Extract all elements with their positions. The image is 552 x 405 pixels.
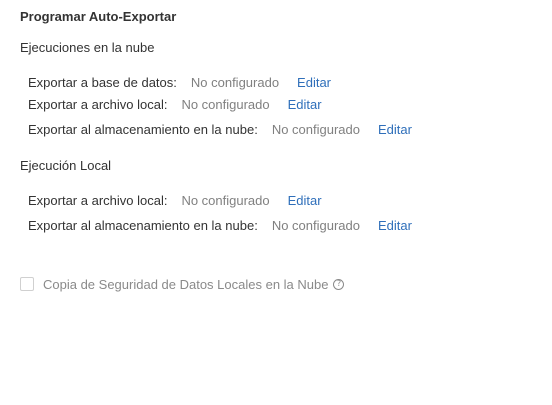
- cloud-export-local-file-row: Exportar a archivo local: No configurado…: [28, 95, 322, 113]
- row-label: Exportar al almacenamiento en la nube:: [28, 121, 258, 137]
- edit-cloud-database-link[interactable]: Editar: [297, 75, 331, 90]
- edit-cloud-local-file-link[interactable]: Editar: [288, 97, 322, 112]
- edit-cloud-storage-link[interactable]: Editar: [378, 122, 412, 137]
- local-export-local-file-row: Exportar a archivo local: No configurado…: [28, 191, 322, 209]
- cloud-export-database-row: Exportar a base de datos: No configurado…: [28, 73, 331, 91]
- row-status: No configurado: [181, 192, 270, 208]
- row-status: No configurado: [271, 217, 360, 233]
- edit-local-cloud-storage-link[interactable]: Editar: [378, 218, 412, 233]
- auto-export-panel: Programar Auto-Exportar Ejecuciones en l…: [0, 0, 552, 405]
- local-export-cloud-storage-row: Exportar al almacenamiento en la nube: N…: [28, 216, 412, 234]
- edit-local-file-link[interactable]: Editar: [288, 193, 322, 208]
- row-status: No configurado: [181, 96, 270, 112]
- row-status: No configurado: [190, 74, 280, 90]
- row-label: Exportar al almacenamiento en la nube:: [28, 217, 258, 233]
- backup-checkbox[interactable]: [20, 277, 34, 291]
- row-label: Exportar a archivo local:: [28, 96, 168, 112]
- cloud-export-cloud-storage-row: Exportar al almacenamiento en la nube: N…: [28, 120, 412, 138]
- local-section-heading: Ejecución Local: [20, 158, 112, 173]
- row-label: Exportar a archivo local:: [28, 192, 168, 208]
- page-title: Programar Auto-Exportar: [20, 9, 177, 24]
- row-label: Exportar a base de datos:: [28, 74, 177, 90]
- backup-checkbox-label[interactable]: Copia de Seguridad de Datos Locales en l…: [43, 277, 328, 292]
- cloud-section-heading: Ejecuciones en la nube: [20, 40, 155, 55]
- question-circle-icon[interactable]: ?: [333, 278, 345, 290]
- row-status: No configurado: [271, 121, 360, 137]
- backup-option: Copia de Seguridad de Datos Locales en l…: [20, 276, 345, 292]
